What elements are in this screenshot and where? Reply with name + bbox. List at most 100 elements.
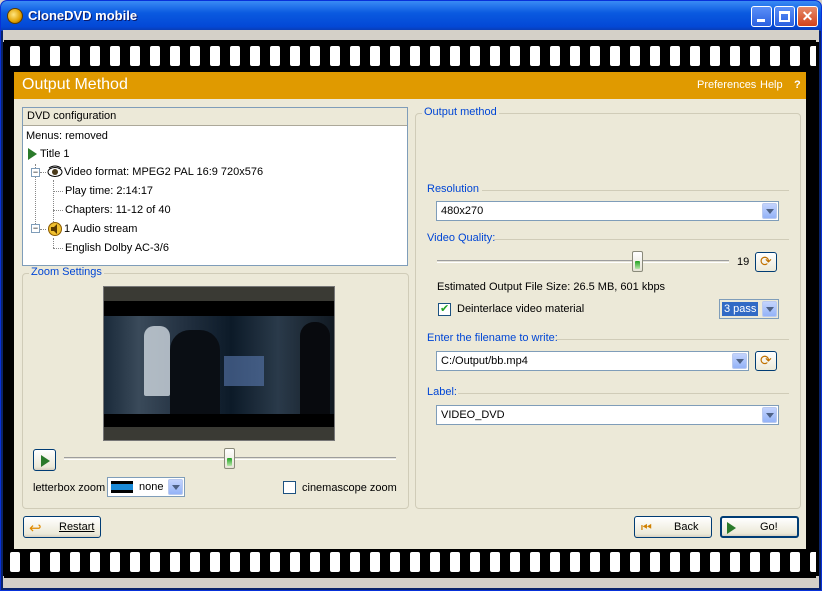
menus-item[interactable]: Menus: removed — [26, 127, 108, 145]
help-question-icon[interactable]: ? — [794, 79, 801, 91]
go-label: Go! — [760, 521, 778, 533]
film-hole — [170, 552, 180, 572]
help-link[interactable]: Help — [760, 79, 783, 91]
back-label: Back — [674, 521, 699, 533]
film-strip-top — [4, 40, 816, 72]
play-icon — [727, 522, 736, 534]
deinterlace-checkbox[interactable] — [438, 302, 451, 316]
film-hole — [190, 552, 200, 572]
film-hole — [410, 46, 420, 66]
film-hole — [730, 46, 740, 66]
disc-label-label: Label: — [427, 386, 457, 398]
filename-label: Enter the filename to write: — [427, 332, 558, 344]
back-button[interactable]: ⏮ Back — [634, 516, 712, 538]
letterbox-bar — [104, 414, 334, 427]
letterbox-bar-bottom — [104, 427, 334, 440]
chevron-down-icon[interactable] — [168, 479, 183, 495]
dvd-configuration-tree[interactable]: DVD configuration Menus: removed Title 1… — [22, 107, 408, 266]
film-hole — [310, 46, 320, 66]
film-hole — [670, 552, 680, 572]
chevron-down-icon[interactable] — [762, 407, 777, 423]
film-side-right — [806, 72, 818, 549]
film-hole — [650, 46, 660, 66]
film-hole — [310, 552, 320, 572]
film-hole — [790, 46, 800, 66]
film-hole — [230, 552, 240, 572]
audio-track-item[interactable]: English Dolby AC-3/6 — [65, 239, 169, 257]
quality-slider-thumb[interactable] — [632, 251, 644, 272]
film-hole — [350, 46, 360, 66]
film-hole — [390, 552, 400, 572]
collapse-video-icon[interactable]: − — [31, 168, 40, 177]
minimize-button[interactable] — [751, 6, 772, 27]
skip-back-icon: ⏮ — [641, 520, 652, 534]
title-bar[interactable]: CloneDVD mobile ✕ — [1, 1, 821, 31]
preferences-link[interactable]: Preferences — [697, 79, 756, 91]
cinemascope-checkbox[interactable] — [283, 481, 296, 494]
close-button[interactable]: ✕ — [797, 6, 818, 27]
cinemascope-label: cinemascope zoom — [302, 482, 397, 494]
collapse-audio-icon[interactable]: − — [31, 224, 40, 233]
chevron-down-icon[interactable] — [762, 203, 777, 219]
quality-slider-track[interactable] — [437, 260, 729, 263]
film-hole — [150, 46, 160, 66]
restart-button[interactable]: ↩ Restart — [23, 516, 101, 538]
zoom-slider-thumb[interactable] — [224, 448, 235, 469]
film-hole — [630, 552, 640, 572]
film-hole — [490, 46, 500, 66]
separator — [494, 239, 789, 240]
film-hole — [550, 46, 560, 66]
pass-select[interactable]: 3 pass — [719, 299, 779, 319]
disc-label-select[interactable]: VIDEO_DVD — [436, 405, 779, 425]
film-hole — [270, 552, 280, 572]
title-1-item[interactable]: Title 1 — [40, 145, 70, 163]
letterbox-swatch-icon — [111, 481, 133, 493]
filename-value: C:/Output/bb.mp4 — [441, 355, 528, 367]
video-figure — [170, 330, 220, 414]
restart-label: Restart — [59, 521, 95, 533]
estimated-size: Estimated Output File Size: 26.5 MB, 601… — [437, 281, 666, 293]
resolution-label: Resolution — [427, 183, 479, 195]
resolution-select[interactable]: 480x270 — [436, 201, 779, 221]
film-hole — [10, 46, 20, 66]
film-hole — [250, 46, 260, 66]
film-hole — [710, 552, 720, 572]
go-button[interactable]: Go! — [720, 516, 799, 538]
chapters-item[interactable]: Chapters: 11-12 of 40 — [65, 201, 171, 219]
maximize-button[interactable] — [774, 6, 795, 27]
film-hole — [470, 46, 480, 66]
film-hole — [510, 552, 520, 572]
tree-line — [40, 229, 46, 230]
chevron-down-icon[interactable] — [762, 301, 777, 317]
film-hole — [30, 552, 40, 572]
film-hole — [270, 46, 280, 66]
film-side-left — [4, 72, 14, 549]
deinterlace-label: Deinterlace video material — [457, 303, 585, 315]
filename-input[interactable]: C:/Output/bb.mp4 — [436, 351, 749, 371]
chevron-down-icon[interactable] — [732, 353, 747, 369]
film-hole — [410, 552, 420, 572]
play-time-item[interactable]: Play time: 2:14:17 — [65, 182, 153, 200]
audio-streams-item[interactable]: 1 Audio stream — [64, 220, 137, 238]
play-icon — [41, 455, 50, 467]
quality-reset-button[interactable] — [755, 252, 777, 272]
film-hole — [670, 46, 680, 66]
video-preview — [103, 286, 335, 441]
app-icon — [7, 8, 23, 24]
video-format-item[interactable]: Video format: MPEG2 PAL 16:9 720x576 — [64, 163, 263, 181]
preview-play-button[interactable] — [33, 449, 56, 471]
film-hole — [810, 46, 816, 66]
separator — [458, 393, 789, 394]
tree-line — [40, 172, 46, 173]
film-hole — [730, 552, 740, 572]
film-hole — [90, 552, 100, 572]
pass-value: 3 pass — [722, 302, 759, 316]
browse-file-button[interactable] — [755, 351, 777, 371]
film-hole — [210, 552, 220, 572]
letterbox-zoom-select[interactable]: none — [107, 477, 185, 497]
film-hole — [130, 552, 140, 572]
tree-line — [53, 248, 63, 249]
separator — [482, 190, 789, 191]
film-hole — [90, 46, 100, 66]
film-hole — [450, 46, 460, 66]
